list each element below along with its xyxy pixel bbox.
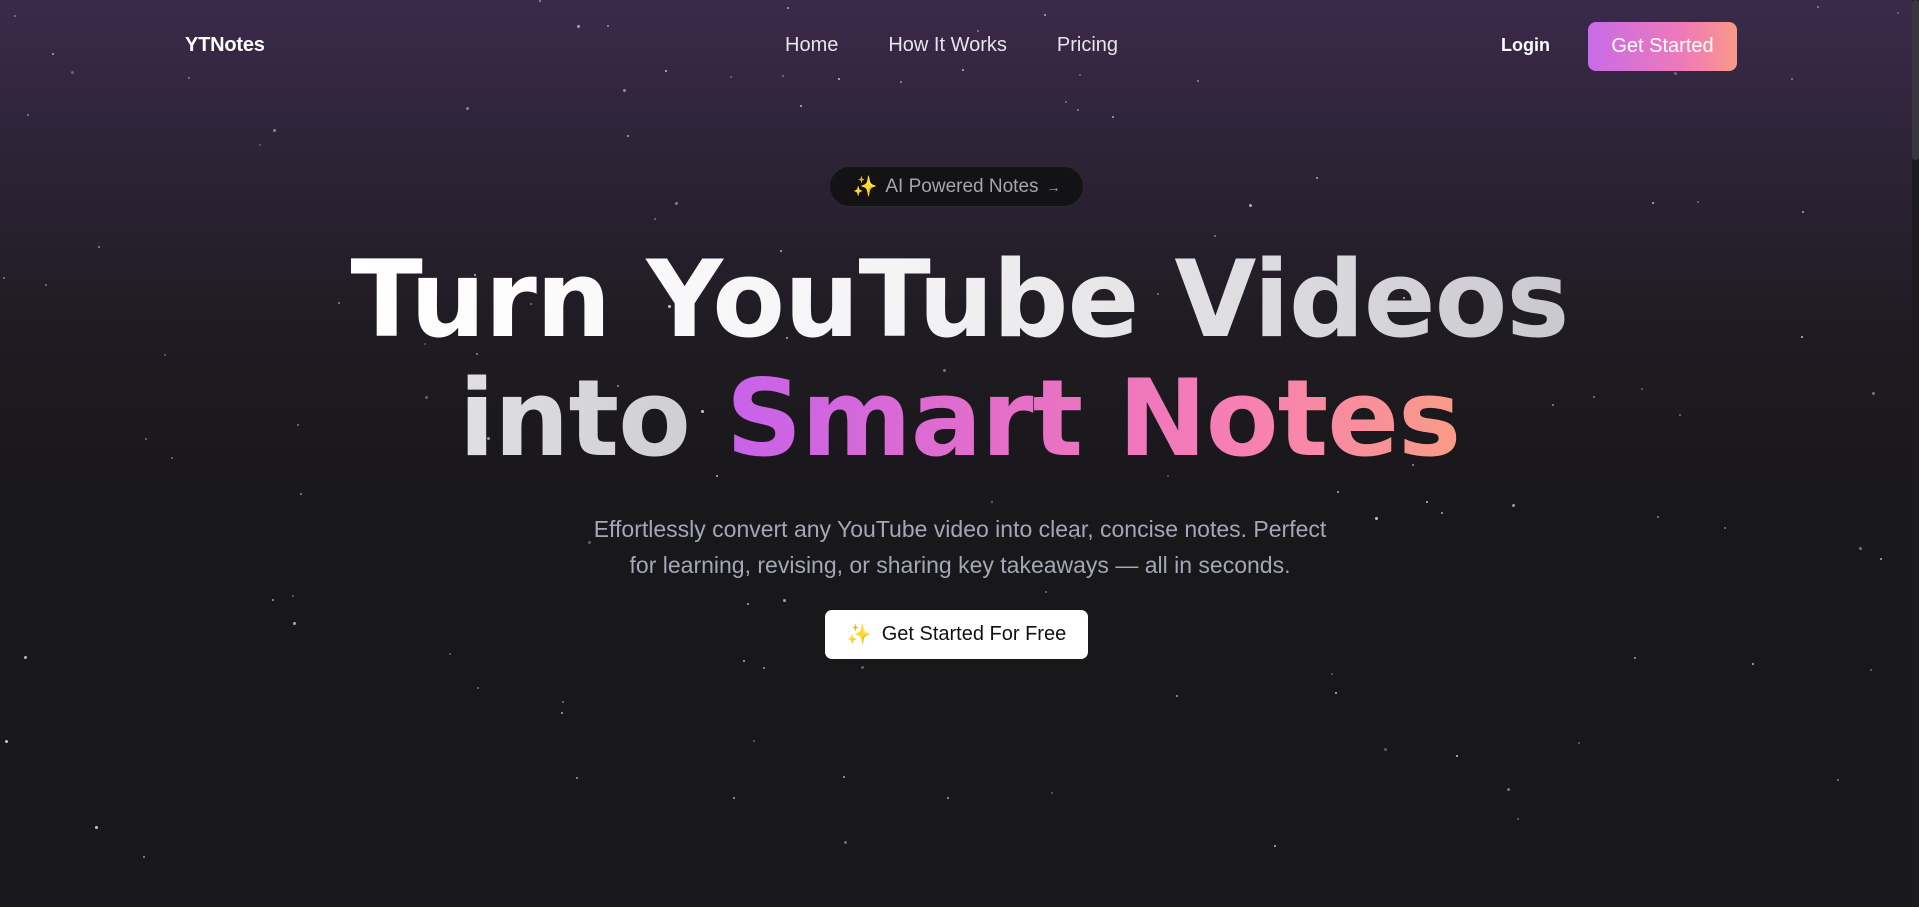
star-dot [562, 701, 564, 703]
star-dot [1065, 101, 1067, 103]
cta-label: Get Started For Free [881, 623, 1067, 645]
navbar: YTNotes Home How It Works Pricing Login … [0, 0, 1919, 92]
subtitle-line1: Effortlessly convert any YouTube video i… [593, 516, 1327, 542]
sparkles-icon: ✨ [846, 624, 872, 646]
star-dot [27, 114, 29, 116]
arrow-right-icon: → [1046, 178, 1061, 195]
nav-link-pricing[interactable]: Pricing [1057, 34, 1118, 57]
star-dot [743, 660, 745, 662]
scrollbar[interactable] [1912, 0, 1919, 907]
star-dot [466, 107, 469, 110]
star-dot [1697, 201, 1699, 203]
star-dot [1456, 755, 1458, 757]
badge-label: AI Powered Notes [885, 175, 1039, 197]
star-dot [1870, 669, 1872, 671]
ai-powered-badge[interactable]: ✨ AI Powered Notes → [829, 166, 1084, 207]
star-dot [675, 202, 678, 205]
star-dot [991, 501, 993, 503]
get-started-button[interactable]: Get Started [1588, 22, 1737, 71]
nav-link-home[interactable]: Home [785, 34, 838, 57]
star-dot [753, 740, 755, 742]
star-dot [947, 797, 949, 799]
hero-headline: Turn YouTube Videos into Smart Notes [0, 240, 1919, 478]
star-dot [259, 144, 261, 146]
star-dot [861, 666, 864, 669]
star-dot [1077, 109, 1079, 111]
star-dot [1512, 504, 1515, 507]
star-dot [843, 776, 845, 778]
star-dot [654, 218, 656, 220]
star-dot [5, 740, 8, 743]
star-dot [273, 129, 276, 132]
star-dot [95, 826, 98, 829]
star-dot [1802, 211, 1804, 213]
star-dot [763, 667, 765, 669]
headline-line1: Turn YouTube Videos [350, 238, 1569, 361]
star-dot [1507, 788, 1510, 791]
star-dot [1657, 516, 1659, 518]
star-dot [292, 595, 294, 597]
star-dot [1331, 673, 1333, 675]
star-dot [143, 856, 145, 858]
star-dot [1337, 491, 1339, 493]
sparkles-icon: ✨ [852, 176, 878, 198]
star-dot [293, 622, 296, 625]
star-dot [1112, 116, 1114, 118]
star-dot [844, 841, 847, 844]
star-dot [1634, 657, 1636, 659]
star-dot [1045, 591, 1047, 593]
star-dot [1316, 177, 1318, 179]
star-dot [1274, 845, 1276, 847]
star-dot [1214, 235, 1216, 237]
star-dot [1441, 512, 1443, 514]
star-dot [1837, 779, 1839, 781]
star-dot [477, 687, 479, 689]
star-dot [449, 653, 451, 655]
star-dot [1335, 692, 1337, 694]
star-dot [576, 777, 578, 779]
star-dot [627, 135, 629, 137]
headline-into: into [458, 357, 691, 480]
star-dot [272, 599, 274, 601]
scrollbar-thumb[interactable] [1912, 0, 1919, 160]
star-dot [1880, 558, 1882, 560]
star-dot [1426, 501, 1428, 503]
star-dot [24, 656, 27, 659]
login-link[interactable]: Login [1501, 35, 1550, 56]
star-dot [1652, 202, 1654, 204]
star-dot [1176, 695, 1178, 697]
nav-link-how-it-works[interactable]: How It Works [888, 34, 1007, 57]
star-dot [561, 712, 563, 714]
star-dot [733, 797, 735, 799]
star-dot [1724, 527, 1726, 529]
star-dot [1051, 792, 1053, 794]
star-dot [800, 105, 802, 107]
star-dot [1249, 204, 1252, 207]
star-dot [747, 603, 749, 605]
nav-links: Home How It Works Pricing [785, 34, 1168, 57]
star-dot [1517, 818, 1519, 820]
brand-logo[interactable]: YTNotes [185, 34, 265, 57]
star-dot [1859, 547, 1862, 550]
star-dot [1752, 663, 1754, 665]
headline-accent: Smart Notes [725, 357, 1461, 480]
star-dot [1384, 748, 1387, 751]
get-started-free-button[interactable]: ✨ Get Started For Free [825, 610, 1088, 659]
hero-subtitle: Effortlessly convert any YouTube video i… [520, 511, 1400, 583]
star-dot [1578, 742, 1580, 744]
subtitle-line2: for learning, revising, or sharing key t… [629, 552, 1291, 578]
star-dot [300, 493, 302, 495]
star-dot [783, 599, 786, 602]
